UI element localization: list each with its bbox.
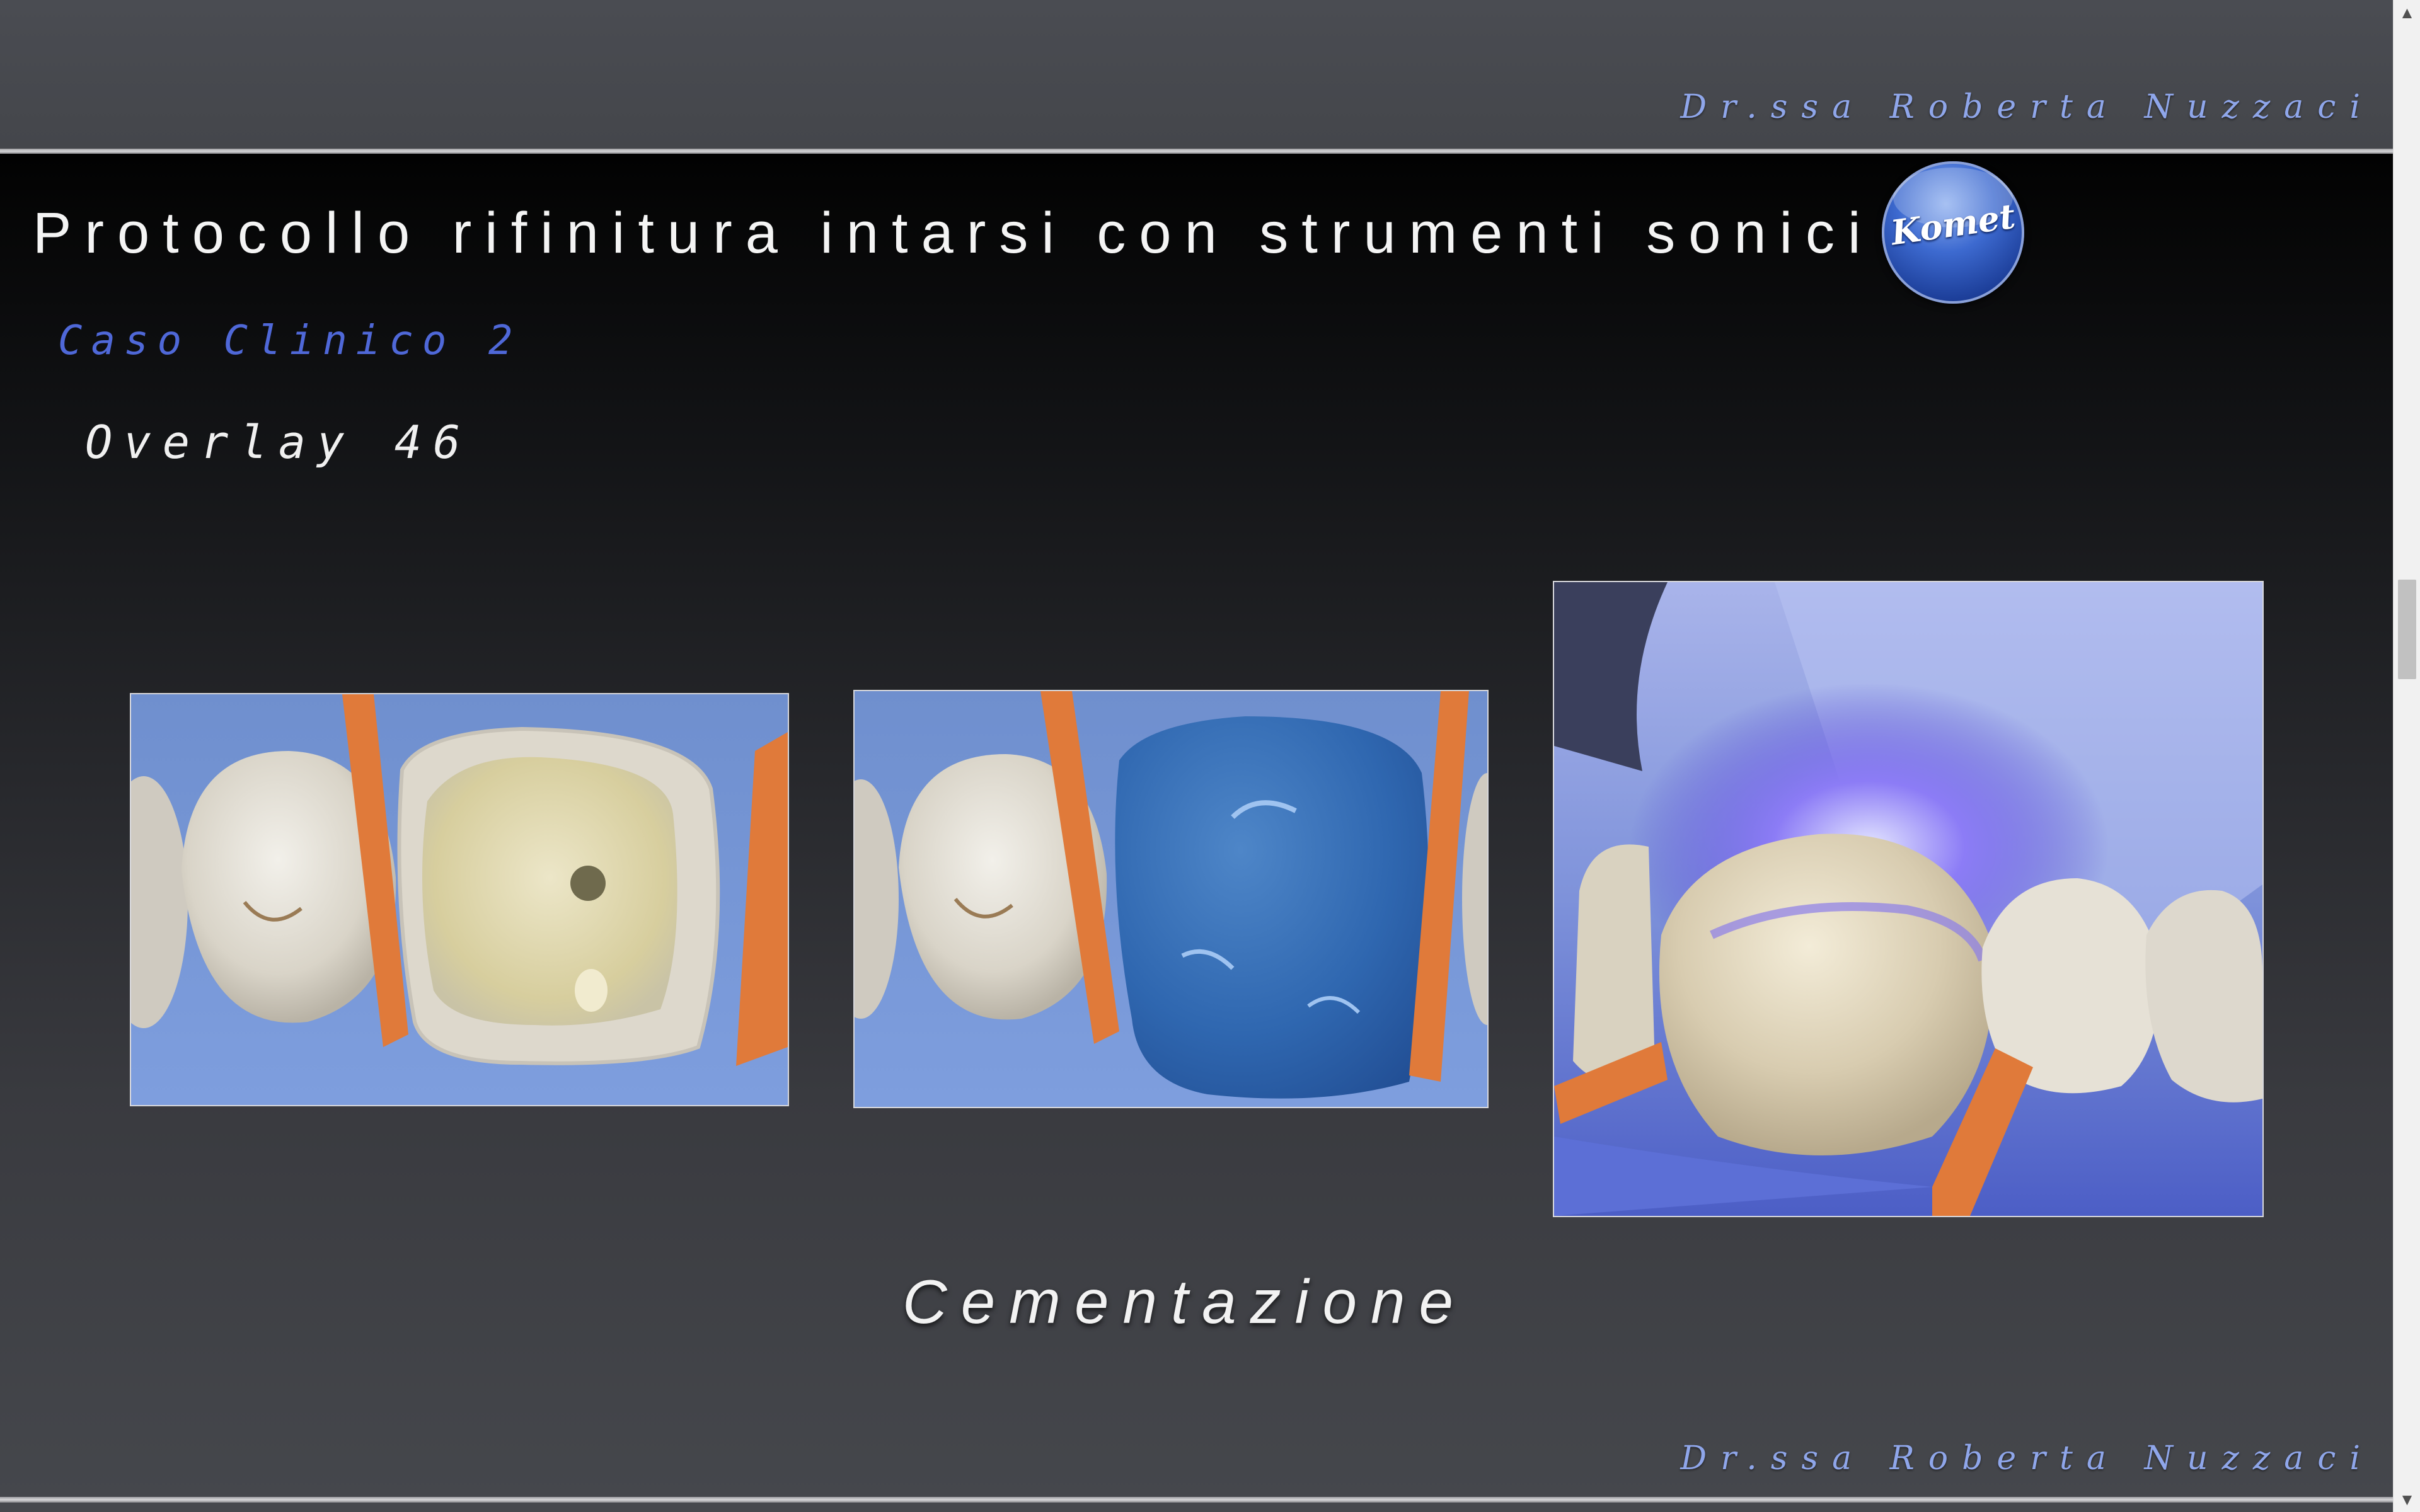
photo-blue-gel-applied [853,690,1489,1108]
footer-divider [0,1497,2393,1503]
header-band: Dr.ssa Roberta Nuzzaci [0,0,2393,149]
footer-band [0,1503,2393,1512]
komet-logo: Komet [1882,161,2024,304]
chevron-up-icon[interactable]: ▲ [2394,0,2420,25]
footer-signature: Dr.ssa Roberta Nuzzaci [1680,1440,2374,1477]
slide-caption: Cementazione [902,1267,1467,1336]
case-subtitle: Caso Clinico 2 [58,318,522,364]
case-label: Overlay 46 [85,416,472,469]
vertical-scrollbar[interactable]: ▲ ▼ [2393,0,2420,1512]
slide-title: Protocollo rifinitura intarsi con strume… [33,201,1874,265]
header-divider [0,149,2393,154]
komet-logo-text: Komet [1888,195,2018,253]
chevron-down-icon[interactable]: ▼ [2394,1487,2420,1512]
scrollbar-thumb[interactable] [2398,580,2416,679]
photo-light-curing [1553,581,2264,1217]
photo-prepared-tooth [130,693,789,1106]
slide-page: Dr.ssa Roberta Nuzzaci Protocollo rifini… [0,0,2393,1512]
header-signature: Dr.ssa Roberta Nuzzaci [1680,88,2374,126]
